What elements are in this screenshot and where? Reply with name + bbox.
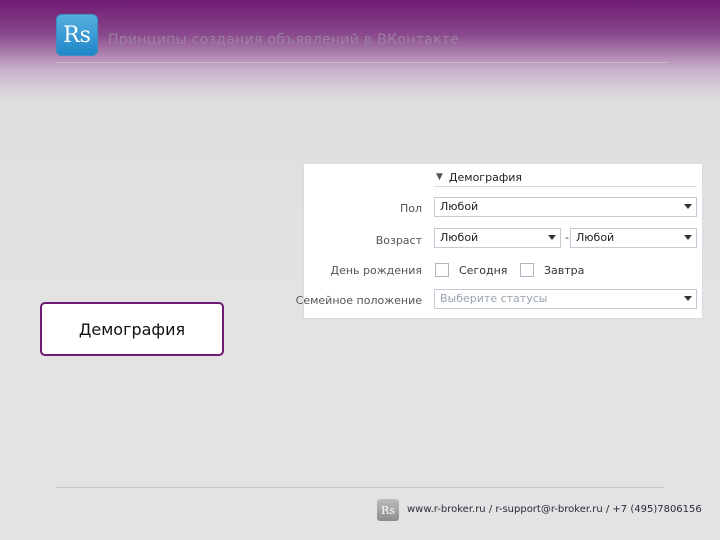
tomorrow-label[interactable]: Завтра: [544, 264, 584, 277]
marital-label: Семейное положение: [295, 294, 422, 307]
age-to-value: Любой: [576, 231, 615, 244]
gender-value: Любой: [440, 200, 479, 213]
section-title: Демография: [448, 170, 522, 184]
logo-text: Rs: [63, 22, 91, 48]
age-from-select[interactable]: Любой: [434, 228, 561, 248]
age-label: Возраст: [375, 234, 422, 247]
footer-contacts: www.r-broker.ru / r-support@r-broker.ru …: [407, 504, 702, 515]
rs-logo: Rs: [56, 14, 98, 56]
birthday-label: День рождения: [330, 264, 423, 277]
chevron-down-icon: [684, 296, 692, 301]
chevron-down-icon: [684, 235, 692, 240]
chevron-down-icon: [684, 204, 692, 209]
footer-logo-text: Rs: [381, 503, 395, 517]
age-separator: -: [565, 231, 569, 244]
footer-divider: [56, 487, 664, 488]
chevron-down-icon: [548, 235, 556, 240]
page-title: Принципы создания объявлений в ВКонтакте: [108, 32, 460, 48]
demography-panel: ▼ Демография Пол Любой Возраст Любой - Л…: [296, 163, 703, 319]
today-checkbox[interactable]: [435, 263, 449, 277]
tomorrow-checkbox[interactable]: [520, 263, 534, 277]
today-label[interactable]: Сегодня: [459, 264, 507, 277]
callout-text: Демография: [78, 319, 186, 339]
callout-box: Демография: [40, 302, 224, 356]
footer-logo: Rs: [377, 499, 399, 521]
collapse-triangle-icon[interactable]: ▼: [436, 172, 443, 182]
title-divider: [56, 62, 668, 63]
age-from-value: Любой: [440, 231, 479, 244]
age-to-select[interactable]: Любой: [570, 228, 697, 248]
marital-placeholder: Выберите статусы: [440, 292, 548, 305]
gender-label: Пол: [399, 202, 422, 215]
gender-select[interactable]: Любой: [434, 197, 697, 217]
section-header[interactable]: ▼ Демография: [434, 168, 697, 187]
marital-status-select[interactable]: Выберите статусы: [434, 289, 697, 309]
